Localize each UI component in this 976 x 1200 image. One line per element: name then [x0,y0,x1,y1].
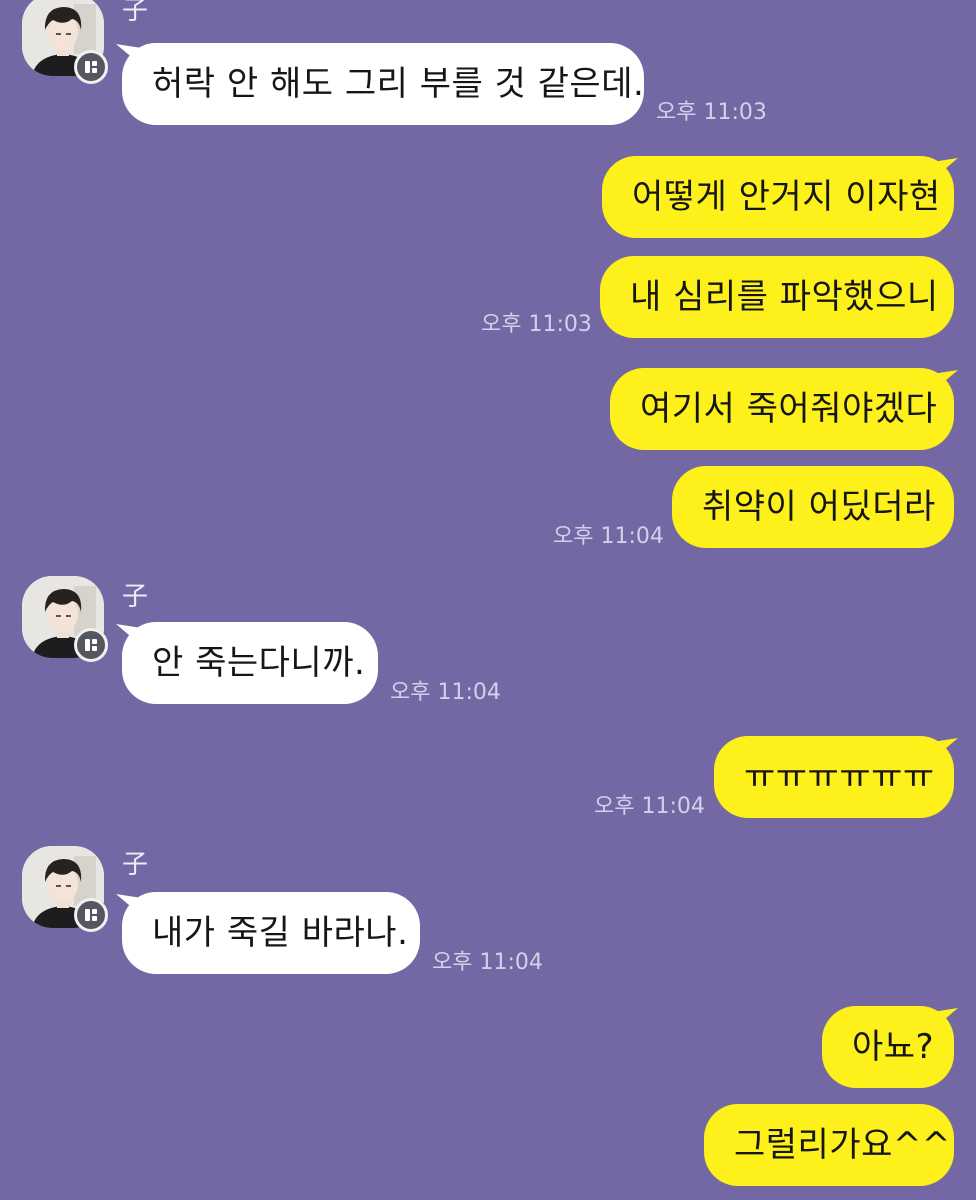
message-bubble[interactable]: 여기서 죽어줘야겠다 [610,368,954,450]
message-bubble[interactable]: 허락 안 해도 그리 부를 것 같은데. [122,43,644,125]
message-bubble[interactable]: 내 심리를 파악했으니 [600,256,954,338]
message-time: 오후 11:04 [390,680,501,705]
message-time: 오후 11:03 [656,100,767,125]
message-bubble[interactable]: 취약이 어딨더라 [672,466,954,548]
chat-room[interactable]: 子 허락 안 해도 그리 부를 것 같은데. 오후 11:03 어떻게 안거지 … [0,0,976,1200]
message-time: 오후 11:04 [432,950,543,975]
sender-name: 子 [122,0,149,26]
message-time: 오후 11:04 [594,794,705,819]
message-bubble[interactable]: 그럴리가요^^ [704,1104,954,1186]
message-bubble[interactable]: 내가 죽길 바라나. [122,892,420,974]
message-bubble[interactable]: 아뇨? [822,1006,954,1088]
profile-badge-icon [74,628,108,662]
sender-name: 子 [122,582,149,612]
message-bubble[interactable]: 안 죽는다니까. [122,622,378,704]
message-time: 오후 11:03 [481,312,592,337]
message-time: 오후 11:04 [553,524,664,549]
profile-badge-icon [74,898,108,932]
message-bubble[interactable]: 어떻게 안거지 이자현 [602,156,954,238]
profile-badge-icon [74,50,108,84]
message-bubble[interactable]: ㅠㅠㅠㅠㅠㅠ [714,736,954,818]
sender-name: 子 [122,850,149,880]
